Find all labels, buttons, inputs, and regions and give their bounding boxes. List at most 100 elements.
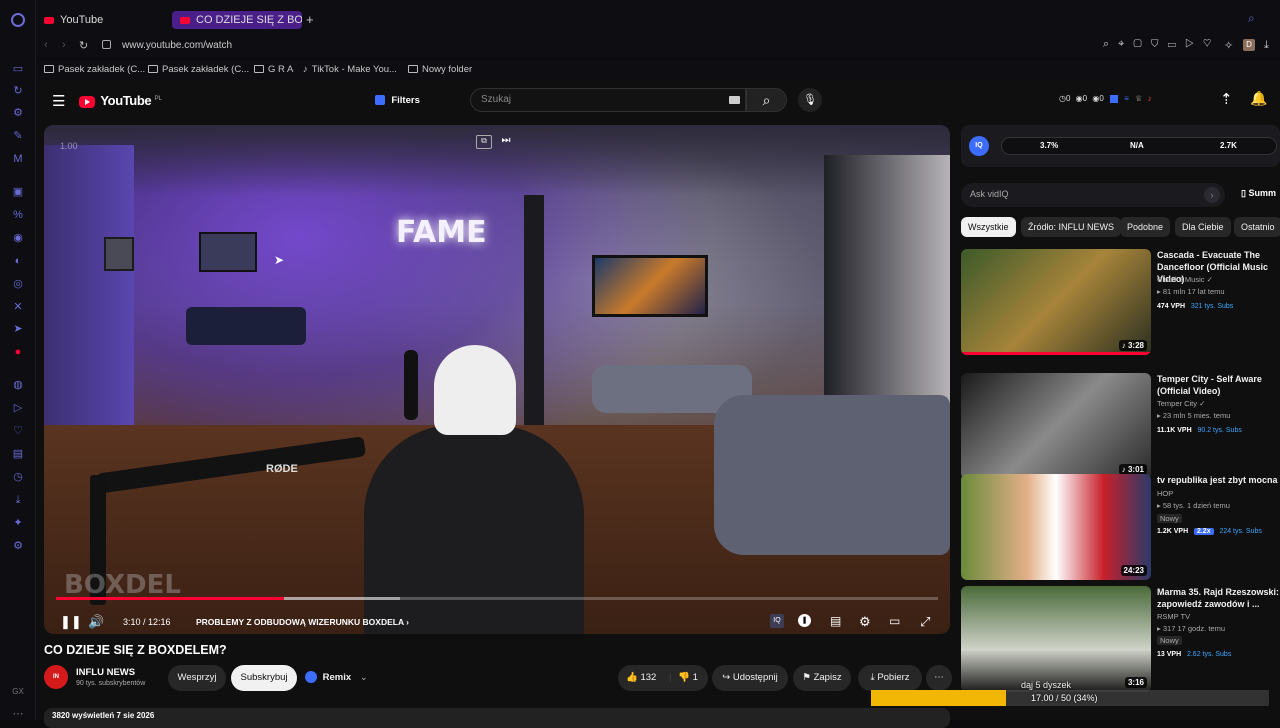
percent-icon[interactable]: % [11,208,25,222]
video-player[interactable]: FAME RØDE BOXDEL 1.00 ⧉ ⏭ ➤ ❚❚ 🔊 3:10 / … [44,125,950,634]
chapter-title[interactable]: PROBLEMY Z ODBUDOWĄ WIZERUNKU BOXDELA › [196,617,409,627]
fullscreen-icon[interactable]: ⤢ [920,614,930,630]
tab-youtube[interactable]: YouTube [36,11,164,29]
play-icon[interactable]: ▷ [1185,38,1203,50]
messenger-icon[interactable]: ◉ [11,231,25,245]
shield-icon[interactable]: ⛉ [1151,38,1168,50]
save-button[interactable]: ⚑ Zapisz [793,665,851,691]
chip-recent[interactable]: Ostatnio [1234,217,1280,237]
instagram-icon[interactable]: ◎ [11,277,25,291]
keyboard-icon[interactable] [729,96,740,104]
upload-icon[interactable]: ⇡ [1220,90,1233,108]
extensions-icon[interactable]: ✦ [11,516,25,530]
opera-logo-icon[interactable] [11,13,25,27]
x-icon[interactable]: ✕ [11,300,25,314]
apps-icon[interactable]: ⚙ [11,106,25,120]
subtitles-icon[interactable]: ▤ [830,614,841,628]
video-thumbnail[interactable]: ♪ 3:28 [961,249,1151,355]
recommendation-card[interactable]: 24:23 tv republika jest zbyt mocna HOP ▸… [961,474,1280,582]
search-box[interactable]: Szukaj [470,88,746,112]
opera-gx-icon[interactable]: ● [11,345,25,359]
summary-button[interactable]: ▯ Summ [1241,188,1276,199]
reload-icon[interactable]: ↻ [79,39,88,52]
settings-icon[interactable]: ⚙ [859,614,871,630]
next-icon[interactable]: ⏭ [498,135,514,149]
bookmark-folder[interactable]: Pasek zakładek (C... [148,64,249,75]
download-icon[interactable]: ⤓ [1264,39,1269,52]
bookmark-folder[interactable]: Pasek zakładek (C... [44,64,145,75]
notifications-icon[interactable]: 🔔 [1250,90,1267,107]
vidiq-filters-button[interactable]: Filters [375,92,420,108]
lock-icon[interactable] [102,40,111,49]
channel-avatar[interactable]: IN [44,665,68,689]
profile-avatar[interactable]: D [1243,39,1255,51]
bookmark-folder[interactable]: G R A [254,64,293,75]
telegram-icon[interactable]: ➤ [11,322,25,336]
snapshot-icon[interactable]: ▢ [1133,38,1150,50]
youtube-logo[interactable]: YouTube PL [79,93,162,108]
autoplay-toggle[interactable]: ❚ [798,614,811,627]
spotify-icon[interactable]: ◍ [11,378,25,392]
chip-for-you[interactable]: Dla Ciebie [1175,217,1231,237]
recommendation-card[interactable]: ♪ 3:28 Cascada - Evacuate The Dancefloor… [961,249,1280,357]
video-thumbnail[interactable]: ♪ 3:01 [961,373,1151,479]
more-icon[interactable]: ⋯ [11,707,25,721]
battery-icon[interactable]: ▤ [11,447,25,461]
twitch-icon[interactable]: ▣ [11,185,25,199]
ask-vidiq-input[interactable]: Ask vidIQ › [961,183,1225,207]
channel-name[interactable]: INFLU NEWS [76,667,135,678]
search-button[interactable]: ⌕ [746,88,787,112]
description-box[interactable]: 3820 wyświetleń 7 sie 2026 [44,708,950,728]
menu-icon[interactable]: ☰ [52,92,65,110]
edit-icon[interactable]: ✎ [11,129,25,143]
puzzle-icon[interactable]: ✧ [1224,39,1233,52]
download-icon[interactable]: ⤓ [11,493,25,507]
back-icon[interactable]: ‹ [44,39,48,51]
subscribe-button[interactable]: Subskrybuj [231,665,297,691]
recommendation-card[interactable]: ♪ 3:01 Temper City - Self Aware (Officia… [961,373,1280,481]
share-button[interactable]: ↪ Udostępnij [712,665,788,691]
vidiq-logo-icon[interactable]: IQ [969,136,989,156]
settings-icon[interactable]: ⚙ [11,539,25,553]
search-tabs-icon[interactable]: ⌕ [1248,11,1255,26]
voice-search-button[interactable]: 🎙 [798,88,822,112]
pause-button[interactable]: ❚❚ [60,614,82,630]
cast-icon[interactable]: ▭ [1168,38,1185,50]
download-button[interactable]: ⤓ Pobierz [858,665,922,691]
tab-active-video[interactable]: CO DZIEJE SIĘ Z BOXD... [172,11,302,29]
zoom-icon[interactable]: ⌕ [1103,38,1118,50]
heart-icon[interactable]: ♡ [11,424,25,438]
vidiq-header-stats[interactable]: ◷0 ◉0 ◉0 ≡ ♕ ♪ [1059,94,1152,103]
video-thumbnail[interactable]: 24:23 [961,474,1151,580]
mail-icon[interactable]: M [11,152,25,166]
like-button[interactable]: 👍 132 [626,672,656,683]
bookmark-tiktok[interactable]: ♪ TikTok - Make You... [303,64,397,75]
dislike-button[interactable]: 👎 1 [678,672,698,683]
forward-icon[interactable]: › [62,39,66,51]
send-icon[interactable]: › [1204,187,1220,203]
chip-similar[interactable]: Podobne [1120,217,1171,237]
progress-track[interactable] [56,597,938,600]
discord-icon[interactable]: ◐ [11,254,25,268]
vidiq-player-icon[interactable]: IQ [770,614,784,628]
heart-icon[interactable]: ♡ [1203,38,1220,50]
refresh-sidebar-icon[interactable]: ↻ [11,84,25,98]
remix-button[interactable]: Remix ⌄ [305,665,368,691]
chip-all[interactable]: Wszystkie [961,217,1016,237]
addressbar-actions[interactable]: ⌕⌖▢⛉▭▷♡ [1103,38,1220,51]
miniplayer-icon[interactable]: ⧉ [476,135,492,149]
support-button[interactable]: Wesprzyj [168,665,226,691]
pin-icon[interactable]: ⌖ [1118,38,1133,50]
url-text[interactable]: www.youtube.com/watch [122,40,232,51]
volume-button[interactable]: 🔊 [88,614,104,630]
new-tab-button[interactable]: + [306,12,314,27]
history-icon[interactable]: ◷ [11,470,25,484]
video-thumbnail[interactable]: 3:16 [961,586,1151,692]
recommendation-card[interactable]: 3:16 Marma 35. Rajd Rzeszowski: zapowied… [961,586,1280,694]
chip-source[interactable]: Źródło: INFLU NEWS [1021,217,1122,237]
theater-mode-icon[interactable]: ▭ [889,614,900,628]
home-icon[interactable]: ▭ [11,62,25,76]
bookmark-folder[interactable]: Nowy folder [408,64,472,75]
more-actions-button[interactable]: ⋯ [926,665,952,691]
play-icon[interactable]: ▷ [11,401,25,415]
